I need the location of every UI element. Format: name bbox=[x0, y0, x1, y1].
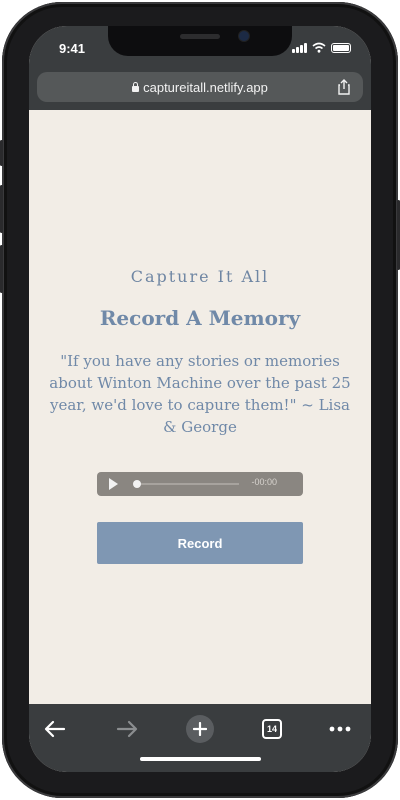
more-button[interactable] bbox=[323, 712, 357, 746]
volume-down-button bbox=[0, 245, 3, 293]
address-bar[interactable]: captureitall.netlify.app bbox=[37, 72, 363, 102]
new-tab-circle bbox=[186, 715, 214, 743]
site-name: Capture It All bbox=[130, 267, 270, 286]
mute-switch bbox=[0, 140, 3, 166]
new-tab-button[interactable] bbox=[183, 712, 217, 746]
plus-icon bbox=[193, 722, 207, 736]
audio-progress-track[interactable] bbox=[135, 483, 239, 485]
play-icon[interactable] bbox=[109, 478, 118, 490]
intro-quote: "If you have any stories or memories abo… bbox=[49, 352, 351, 436]
wifi-icon bbox=[312, 42, 326, 53]
speaker-grille bbox=[180, 34, 220, 39]
tabs-button[interactable]: 14 bbox=[255, 712, 289, 746]
more-dots-icon bbox=[329, 726, 351, 732]
forward-arrow-icon bbox=[116, 720, 138, 738]
page-content: Capture It All Record A Memory "If you h… bbox=[29, 110, 371, 704]
front-camera bbox=[239, 31, 249, 41]
volume-up-button bbox=[0, 185, 3, 233]
audio-progress-knob[interactable] bbox=[133, 480, 141, 488]
lock-icon bbox=[132, 82, 140, 92]
share-icon[interactable] bbox=[335, 78, 353, 96]
status-bar: 9:41 bbox=[29, 26, 371, 70]
record-button[interactable]: Record bbox=[97, 522, 303, 564]
home-indicator[interactable] bbox=[140, 757, 261, 761]
browser-address-area: captureitall.netlify.app bbox=[29, 70, 371, 110]
signal-icon bbox=[292, 43, 307, 53]
audio-player: -00:00 bbox=[97, 472, 303, 496]
tabs-icon: 14 bbox=[262, 719, 282, 739]
back-arrow-icon bbox=[44, 720, 66, 738]
forward-button[interactable] bbox=[110, 712, 144, 746]
notch bbox=[108, 26, 292, 56]
page-title: Record A Memory bbox=[99, 306, 301, 330]
phone-screen: 9:41 captureitall.netlify.app Capture It… bbox=[29, 26, 371, 772]
battery-icon bbox=[331, 43, 351, 53]
url-text: captureitall.netlify.app bbox=[143, 79, 268, 95]
audio-time: -00:00 bbox=[251, 477, 277, 487]
status-time: 9:41 bbox=[59, 41, 86, 56]
browser-toolbar: 14 bbox=[29, 704, 371, 772]
status-icons bbox=[292, 41, 351, 53]
back-button[interactable] bbox=[38, 712, 72, 746]
